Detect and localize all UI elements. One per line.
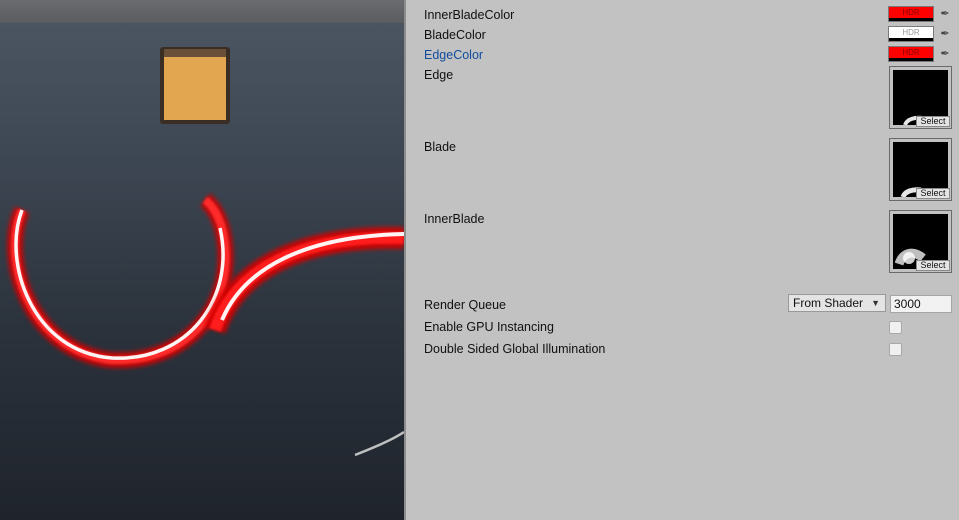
gpu-instancing-checkbox[interactable] <box>889 321 902 334</box>
double-sided-gi-checkbox[interactable] <box>889 343 902 356</box>
inspector-panel: InnerBladeColor HDR ✒ BladeColor HDR ✒ E… <box>406 0 959 520</box>
alpha-bar <box>889 38 933 41</box>
slash-effect-right <box>204 226 404 457</box>
cube-object[interactable] <box>160 47 230 124</box>
inner-blade-color-field[interactable]: HDR <box>888 6 934 22</box>
blade-texture-slot[interactable]: Select <box>889 138 952 201</box>
inner-blade-select-button[interactable]: Select <box>916 260 950 271</box>
inner-blade-texture-label: InnerBlade <box>424 212 485 226</box>
edge-color-field[interactable]: HDR <box>888 46 934 62</box>
render-queue-mode: From Shader <box>793 296 864 310</box>
scene-render <box>7 47 404 457</box>
eyedropper-icon[interactable]: ✒ <box>938 27 952 41</box>
edge-color-label: EdgeColor <box>424 48 484 62</box>
blade-color-label: BladeColor <box>424 28 486 42</box>
eyedropper-icon[interactable]: ✒ <box>938 7 952 21</box>
inner-blade-texture-slot[interactable]: Select <box>889 210 952 273</box>
edge-texture-slot[interactable]: Select <box>889 66 952 129</box>
render-queue-dropdown[interactable]: From Shader ▼ <box>788 294 886 312</box>
blade-texture-label: Blade <box>424 140 456 154</box>
inner-blade-color-label: InnerBladeColor <box>424 8 515 22</box>
triangle-down-icon: ▼ <box>871 298 880 308</box>
slash-effect-left <box>7 193 234 369</box>
blade-select-button[interactable]: Select <box>916 188 950 199</box>
alpha-bar <box>889 18 933 21</box>
gpu-instancing-label: Enable GPU Instancing <box>424 320 554 334</box>
double-sided-gi-label: Double Sided Global Illumination <box>424 342 606 356</box>
render-queue-value-field[interactable]: 3000 <box>890 295 952 313</box>
blade-color-field[interactable]: HDR <box>888 26 934 42</box>
render-queue-label: Render Queue <box>424 298 507 312</box>
eyedropper-icon[interactable]: ✒ <box>938 47 952 61</box>
edge-texture-label: Edge <box>424 68 454 82</box>
alpha-bar <box>889 58 933 61</box>
scene-viewport[interactable] <box>0 0 404 520</box>
edge-select-button[interactable]: Select <box>916 116 950 127</box>
